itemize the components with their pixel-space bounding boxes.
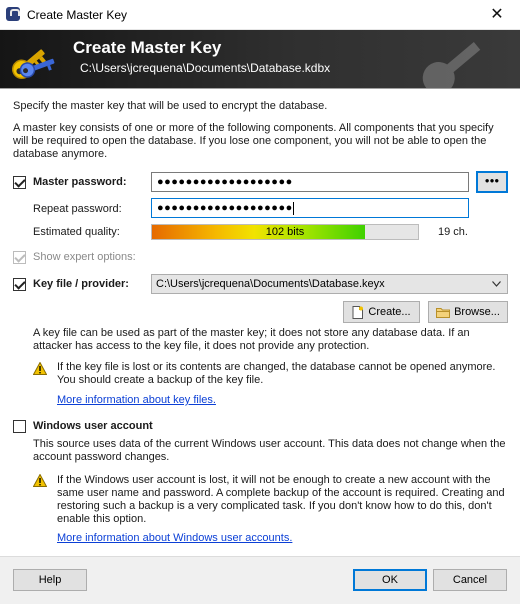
- quality-bar: 102 bits: [151, 224, 419, 240]
- banner-heading: Create Master Key: [73, 38, 222, 57]
- key-file-info-link[interactable]: More information about key files.: [57, 394, 216, 407]
- windows-account-checkbox[interactable]: [13, 420, 26, 433]
- windows-account-description: This source uses data of the current Win…: [33, 438, 506, 463]
- warning-icon: [33, 362, 47, 375]
- quality-bits: 102 bits: [265, 226, 305, 238]
- folder-icon: [436, 307, 451, 318]
- master-password-value: ●●●●●●●●●●●●●●●●●●●: [157, 176, 293, 188]
- browse-key-file-button[interactable]: Browse...: [428, 301, 508, 323]
- ok-button[interactable]: OK: [353, 569, 427, 591]
- repeat-password-field[interactable]: ●●●●●●●●●●●●●●●●●●●: [151, 198, 469, 218]
- key-file-label: Key file / provider:: [33, 278, 129, 290]
- show-expert-options-label: Show expert options:: [33, 251, 136, 263]
- close-button[interactable]: ✕: [474, 0, 520, 30]
- key-file-warning: If the key file is lost or its contents …: [57, 361, 496, 386]
- chevron-down-icon: [492, 281, 501, 287]
- windows-account-warning: If the Windows user account is lost, it …: [57, 474, 505, 525]
- repeat-password-label: Repeat password:: [33, 203, 122, 215]
- intro-paragraph: A master key consists of one or more of …: [13, 122, 494, 160]
- lock-icon: [6, 7, 20, 21]
- window-title: Create Master Key: [27, 8, 128, 22]
- master-password-checkbox[interactable]: [13, 176, 26, 189]
- windows-account-label: Windows user account: [33, 420, 153, 432]
- keys-watermark-icon: [422, 42, 481, 88]
- window-titlebar: Create Master Key ✕: [0, 0, 520, 30]
- master-password-field[interactable]: ●●●●●●●●●●●●●●●●●●●: [151, 172, 469, 192]
- key-file-select[interactable]: C:\Users\jcrequena\Documents\Database.ke…: [151, 274, 508, 294]
- key-file-checkbox[interactable]: [13, 278, 26, 291]
- keys-icon: [11, 49, 55, 80]
- database-path: C:\Users\jcrequena\Documents\Database.kd…: [80, 61, 331, 75]
- header-banner: Create Master Key C:\Users\jcrequena\Doc…: [0, 30, 520, 88]
- show-password-button[interactable]: ●●●: [476, 171, 508, 193]
- key-file-selected-value: C:\Users\jcrequena\Documents\Database.ke…: [156, 278, 385, 290]
- banner-divider: [0, 88, 520, 89]
- show-expert-options-checkbox[interactable]: [13, 251, 26, 264]
- windows-account-info-link[interactable]: More information about Windows user acco…: [57, 532, 292, 545]
- browse-label: Browse...: [454, 306, 500, 318]
- character-count: 19 ch.: [438, 226, 468, 238]
- create-label: Create...: [368, 306, 411, 318]
- help-button[interactable]: Help: [13, 569, 87, 591]
- master-password-label: Master password:: [33, 176, 127, 188]
- warning-icon: [33, 474, 47, 487]
- cancel-button[interactable]: Cancel: [433, 569, 507, 591]
- repeat-password-value: ●●●●●●●●●●●●●●●●●●●: [157, 202, 293, 214]
- text-caret: [292, 201, 294, 215]
- new-document-icon: [352, 305, 364, 319]
- estimated-quality-label: Estimated quality:: [33, 226, 120, 238]
- create-key-file-button[interactable]: Create...: [343, 301, 420, 323]
- key-file-description: A key file can be used as part of the ma…: [33, 327, 470, 352]
- intro-line: Specify the master key that will be used…: [13, 100, 328, 112]
